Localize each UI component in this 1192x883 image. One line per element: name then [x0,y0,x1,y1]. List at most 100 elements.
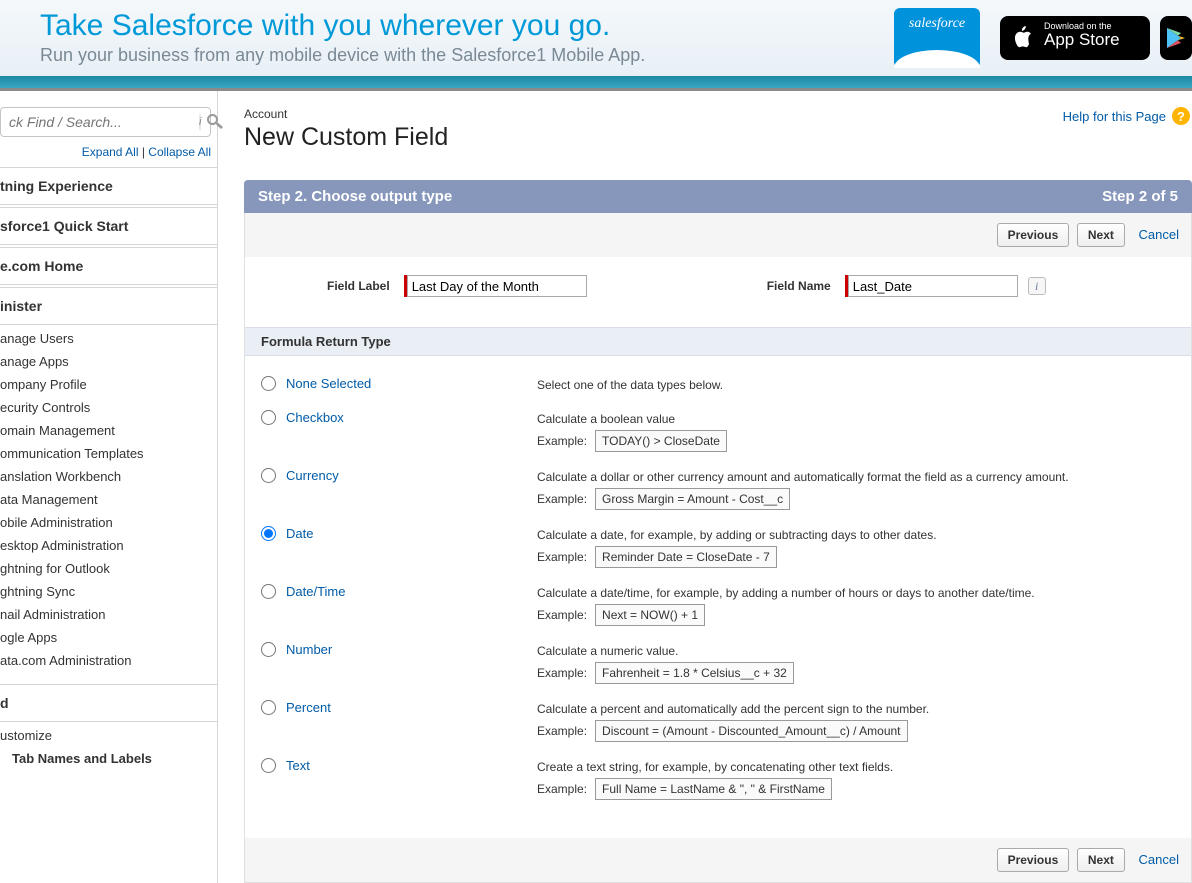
expand-collapse-row: Expand All | Collapse All [0,145,217,167]
bottom-button-row: Previous Next Cancel [245,838,1191,882]
field-label-label: Field Label [327,279,390,293]
type-desc-text: Create a text string, for example, by co… [537,758,893,800]
sidebar-item[interactable]: Tab Names and Labels [0,747,217,770]
example-label: Example: [537,432,587,450]
radio-none[interactable] [261,376,276,391]
banner-title: Take Salesforce with you wherever you go… [40,11,884,41]
next-button[interactable]: Next [1077,223,1125,247]
radio-currency[interactable] [261,468,276,483]
type-label-currency[interactable]: Currency [286,468,339,483]
cancel-link[interactable]: Cancel [1139,227,1179,242]
app-store-button[interactable]: Download on the App Store [1000,16,1150,60]
radio-text[interactable] [261,758,276,773]
banner-subtitle: Run your business from any mobile device… [40,45,884,66]
collapse-all-link[interactable]: Collapse All [148,145,211,159]
radio-datetime[interactable] [261,584,276,599]
sidebar-item[interactable]: esktop Administration [0,534,217,557]
quick-find-wrap[interactable]: i [0,107,211,137]
next-button[interactable]: Next [1077,848,1125,872]
top-button-row: Previous Next Cancel [245,213,1191,257]
example-label: Example: [537,780,587,798]
sidebar-item[interactable]: ata.com Administration [0,649,217,672]
return-type-row-none: None Selected Select one of the data type… [261,368,1175,402]
type-desc-number: Calculate a numeric value.Example:Fahren… [537,642,794,684]
setup-sidebar: i Expand All | Collapse All tning Experi… [0,91,218,883]
sidebar-item[interactable]: ata Management [0,488,217,511]
sidebar-item[interactable]: ghtning Sync [0,580,217,603]
field-name-input[interactable] [848,275,1018,297]
sidebar-item[interactable]: anage Apps [0,350,217,373]
sidebar-item[interactable]: ogle Apps [0,626,217,649]
example-box: Discount = (Amount - Discounted_Amount__… [595,720,907,742]
info-icon[interactable]: i [1028,277,1046,295]
sidebar-item[interactable]: obile Administration [0,511,217,534]
page-title: New Custom Field [244,123,448,152]
help-link[interactable]: Help for this Page ? [1063,107,1190,125]
radio-percent[interactable] [261,700,276,715]
step-header: Step 2. Choose output type Step 2 of 5 [244,180,1192,213]
return-type-row-date: DateCalculate a date, for example, by ad… [261,518,1175,576]
radio-checkbox[interactable] [261,410,276,425]
step-counter: Step 2 of 5 [1102,188,1178,205]
example-box: TODAY() > CloseDate [595,430,727,452]
example-box: Fahrenheit = 1.8 * Celsius__c + 32 [595,662,794,684]
sidebar-item[interactable]: ustomize [0,724,217,747]
field-label-input[interactable] [407,275,587,297]
cancel-link[interactable]: Cancel [1139,852,1179,867]
field-inputs-row: Field Label Field Name i [245,257,1191,327]
return-type-row-datetime: Date/Time Calculate a date/time, for exam… [261,576,1175,634]
radio-number[interactable] [261,642,276,657]
play-icon [1167,28,1185,48]
type-desc-checkbox: Calculate a boolean valueExample:TODAY()… [537,410,727,452]
sidebar-item[interactable]: ommunication Templates [0,442,217,465]
radio-date[interactable] [261,526,276,541]
previous-button[interactable]: Previous [997,848,1070,872]
step-title: Step 2. Choose output type [258,188,452,205]
example-box: Next = NOW() + 1 [595,604,705,626]
example-label: Example: [537,722,587,740]
apple-icon [1010,24,1034,52]
field-name-label: Field Name [767,279,831,293]
return-type-row-checkbox: Checkbox Calculate a boolean valueExample… [261,402,1175,460]
type-desc-percent: Calculate a percent and automatically ad… [537,700,929,742]
previous-button[interactable]: Previous [997,223,1070,247]
build-header[interactable]: d [0,684,217,722]
promo-banner: Take Salesforce with you wherever you go… [0,0,1192,76]
type-desc-datetime: Calculate a date/time, for example, by a… [537,584,1035,626]
type-label-datetime[interactable]: Date/Time [286,584,345,599]
type-label-date[interactable]: Date [286,526,313,541]
example-label: Example: [537,490,587,508]
play-store-button[interactable] [1160,16,1192,60]
info-icon[interactable]: i [199,113,201,131]
type-label-checkbox[interactable]: Checkbox [286,410,344,425]
administer-header[interactable]: inister [0,287,217,325]
type-label-text[interactable]: Text [286,758,310,773]
type-label-none[interactable]: None Selected [286,376,371,391]
top-teal-bar [0,76,1192,88]
return-type-row-number: Number Calculate a numeric value.Example:… [261,634,1175,692]
sidebar-item[interactable]: tning Experience [0,167,217,205]
sidebar-item[interactable]: e.com Home [0,247,217,285]
type-desc-none: Select one of the data types below. [537,376,723,394]
expand-all-link[interactable]: Expand All [82,145,139,159]
sidebar-item[interactable]: anslation Workbench [0,465,217,488]
sidebar-item[interactable]: ompany Profile [0,373,217,396]
banner-copy: Take Salesforce with you wherever you go… [40,11,884,66]
type-label-percent[interactable]: Percent [286,700,331,715]
salesforce-logo: salesforce [894,8,980,68]
sidebar-item[interactable]: omain Management [0,419,217,442]
help-icon: ? [1172,107,1190,125]
return-type-row-text: Text Create a text string, for example, b… [261,750,1175,808]
sidebar-item[interactable]: anage Users [0,327,217,350]
sidebar-item[interactable]: ecurity Controls [0,396,217,419]
type-desc-currency: Calculate a dollar or other currency amo… [537,468,1069,510]
quick-find-input[interactable] [7,113,193,131]
appstore-big: App Store [1044,31,1136,50]
sidebar-item[interactable]: ghtning for Outlook [0,557,217,580]
type-label-number[interactable]: Number [286,642,332,657]
return-type-row-percent: Percent Calculate a percent and automatic… [261,692,1175,750]
sidebar-item[interactable]: sforce1 Quick Start [0,207,217,245]
sidebar-item[interactable]: nail Administration [0,603,217,626]
breadcrumb: Account [244,107,448,121]
return-type-list: None Selected Select one of the data type… [245,356,1191,838]
